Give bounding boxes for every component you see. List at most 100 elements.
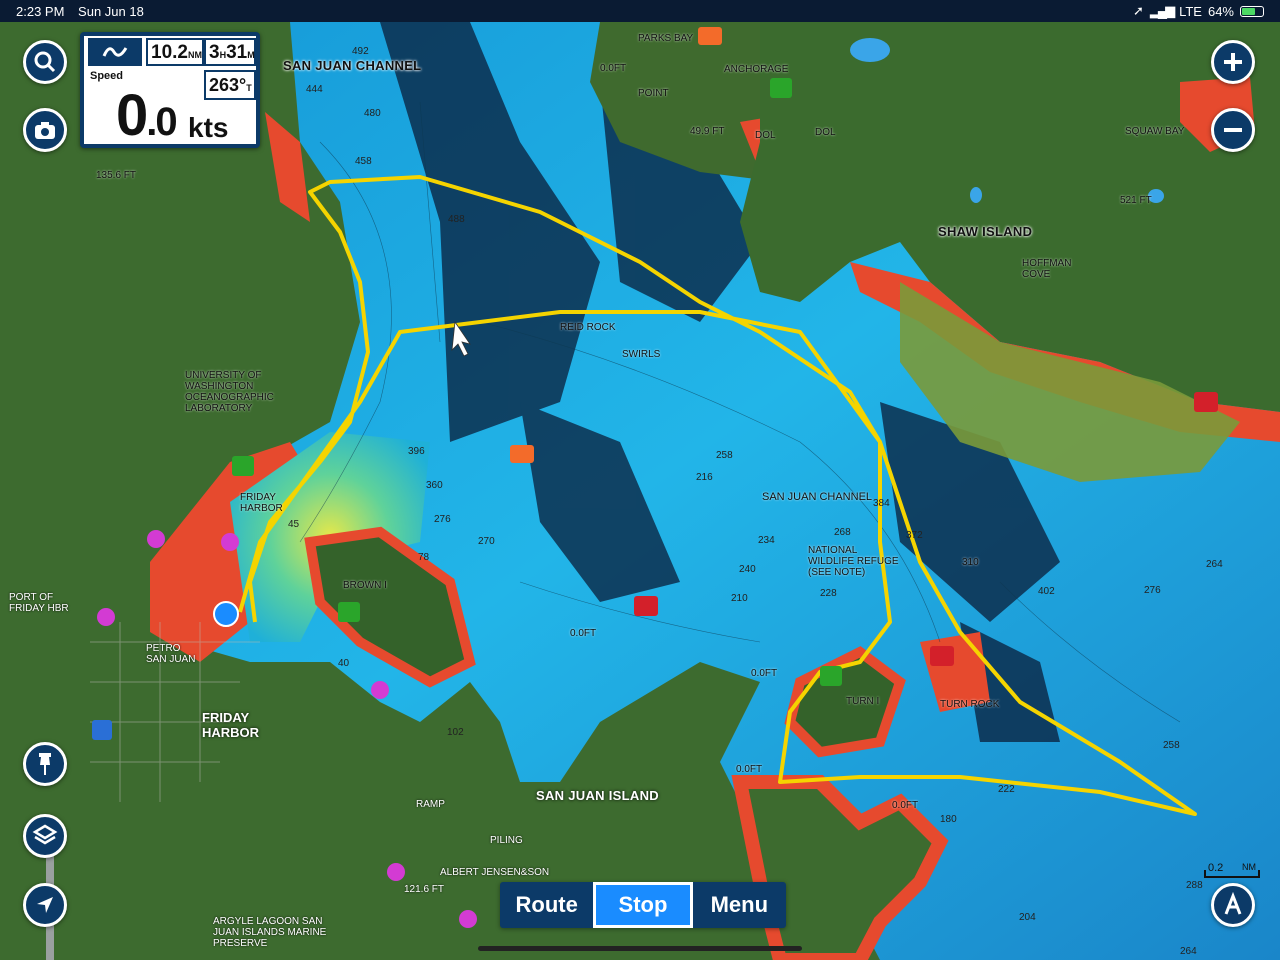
layers-icon (32, 824, 58, 845)
depth-sounding: 488 (448, 214, 465, 225)
battery-icon (1240, 5, 1264, 17)
label-zero-ft-turn: 0.0FT (751, 668, 778, 679)
chart-canvas (0, 22, 1280, 960)
trip-time-hours: 3 (209, 42, 220, 63)
depth-sounding: 216 (696, 472, 713, 483)
stop-button[interactable]: Stop (593, 882, 693, 928)
menu-button[interactable]: Menu (693, 882, 786, 928)
depth-sounding: 402 (1038, 586, 1055, 597)
depth-sounding: 396 (408, 446, 425, 457)
label-friday-harbor-town: FRIDAY HARBOR (202, 710, 260, 740)
depth-sounding: 228 (820, 588, 837, 599)
locate-button[interactable] (23, 883, 67, 927)
depth-sounding: 276 (1144, 585, 1161, 596)
label-shaw-island: SHAW ISLAND (938, 224, 1033, 239)
speed-dec: .0 (146, 100, 177, 144)
label-hoffman-cove: HOFFMAN COVE (1022, 258, 1072, 280)
label-turn-island: TURN I (846, 696, 880, 707)
trip-time: 3H31M (204, 38, 256, 66)
depth-sounding: 492 (352, 46, 369, 57)
label-friday-harbor-small: FRIDAY HARBOR (240, 492, 283, 514)
depth-sounding: 234 (758, 535, 775, 546)
route-button[interactable]: Route (500, 882, 593, 928)
search-button[interactable] (23, 40, 67, 84)
instrument-panel[interactable]: 10.2NM 3H31M Speed 263°T 0.0 kts (80, 32, 260, 148)
label-san-juan-channel-mid: SAN JUAN CHANNEL (762, 491, 873, 503)
speed-unit: kts (188, 112, 229, 143)
label-zero-ft-top: 0.0FT (600, 63, 627, 74)
zoom-out-button[interactable] (1211, 108, 1255, 152)
orientation-mode-button[interactable] (1211, 883, 1255, 927)
pushpin-button[interactable] (23, 742, 67, 786)
depth-sounding: 480 (364, 108, 381, 119)
home-indicator[interactable] (478, 946, 802, 951)
app-logo-icon (88, 38, 142, 66)
camera-icon (35, 122, 55, 139)
trip-distance-value: 10.2 (151, 42, 188, 63)
signal-icon: ▂▄▆ (1149, 3, 1175, 18)
depth-sounding: 276 (434, 514, 451, 525)
compass-a-icon (1224, 892, 1242, 915)
label-petro: PETRO SAN JUAN (146, 643, 196, 665)
label-uw-lab: UNIVERSITY OF WASHINGTON OCEANOGRAPHIC L… (185, 370, 274, 414)
label-squaw-bay: SQUAW BAY (1125, 126, 1185, 137)
label-zero-ft-low: 0.0FT (736, 764, 763, 775)
depth-sounding: 458 (355, 156, 372, 167)
bottom-action-bar: Route Stop Menu (500, 882, 786, 928)
camera-button[interactable] (23, 108, 67, 152)
scale-bar (1204, 870, 1260, 878)
label-depth-310: 310 (962, 557, 979, 568)
lake-small (970, 187, 982, 203)
depth-sounding: 258 (716, 450, 733, 461)
status-bar: 2:23 PM Sun Jun 18 ➚ ▂▄▆ LTE 64% (0, 0, 1280, 22)
depth-sounding: 222 (998, 784, 1015, 795)
trip-distance: 10.2NM (146, 38, 204, 66)
depth-sounding: 78 (418, 552, 430, 563)
zoom-in-button[interactable] (1211, 40, 1255, 84)
speed-int: 0 (116, 83, 148, 148)
label-dol-2: DOL (815, 127, 836, 138)
status-date: Sun Jun 18 (78, 3, 144, 19)
label-depth-521: 521 FT (1120, 195, 1152, 206)
label-port-of-friday: PORT OF FRIDAY HBR (9, 592, 69, 614)
minus-icon (1224, 128, 1242, 132)
lake-north (850, 38, 890, 62)
depth-sounding: 204 (1019, 912, 1036, 923)
depth-sounding: 102 (447, 727, 464, 738)
depth-sounding: 258 (1163, 740, 1180, 751)
map-scale: 0.2 NM (1198, 862, 1262, 880)
depth-sounding: 210 (731, 593, 748, 604)
search-icon (34, 51, 56, 73)
label-albert-jensen: ALBERT JENSEN&SON (440, 867, 550, 878)
label-national-wildlife-refuge: NATIONAL WILDLIFE REFUGE (SEE NOTE) (808, 545, 899, 578)
label-ramp: RAMP (416, 799, 445, 810)
label-depth-49: 49.9 FT (690, 126, 725, 137)
label-depth-1356: 135.6 FT (96, 170, 137, 181)
label-zero-ft-se: 0.0FT (892, 800, 919, 811)
nautical-chart-map[interactable]: SAN JUAN CHANNEL PARKS BAY ANCHORAGE POI… (0, 22, 1280, 960)
layers-button[interactable] (23, 814, 67, 858)
depth-sounding: 444 (306, 84, 323, 95)
speed-label: Speed (90, 70, 124, 82)
label-zero-ft-mid: 0.0FT (570, 628, 597, 639)
label-turn-rock: TURN ROCK (940, 699, 1000, 710)
depth-sounding: 264 (1206, 559, 1223, 570)
depth-sounding: 268 (834, 527, 851, 538)
status-left: 2:23 PM Sun Jun 18 (16, 4, 154, 19)
network-type: LTE (1179, 3, 1202, 19)
label-san-juan-channel-top: SAN JUAN CHANNEL (283, 58, 422, 73)
depth-sounding: 45 (288, 519, 300, 530)
label-brown-island: BROWN I (343, 580, 387, 591)
label-san-juan-island: SAN JUAN ISLAND (536, 788, 659, 803)
speed-readout: 0.0 (116, 82, 178, 149)
label-parks-bay: PARKS BAY (638, 33, 694, 44)
depth-sounding: 360 (426, 480, 443, 491)
label-swirls: SWIRLS (622, 349, 661, 360)
depth-sounding: 372 (906, 530, 923, 541)
label-dol-1: DOL (755, 130, 776, 141)
location-arrow-status-icon: ➚ (1132, 3, 1144, 18)
status-right: ➚ ▂▄▆ LTE 64% (1133, 3, 1264, 19)
depth-sounding: 288 (1186, 880, 1203, 891)
heading-readout: 263°T (204, 70, 256, 100)
label-point: POINT (638, 88, 669, 99)
